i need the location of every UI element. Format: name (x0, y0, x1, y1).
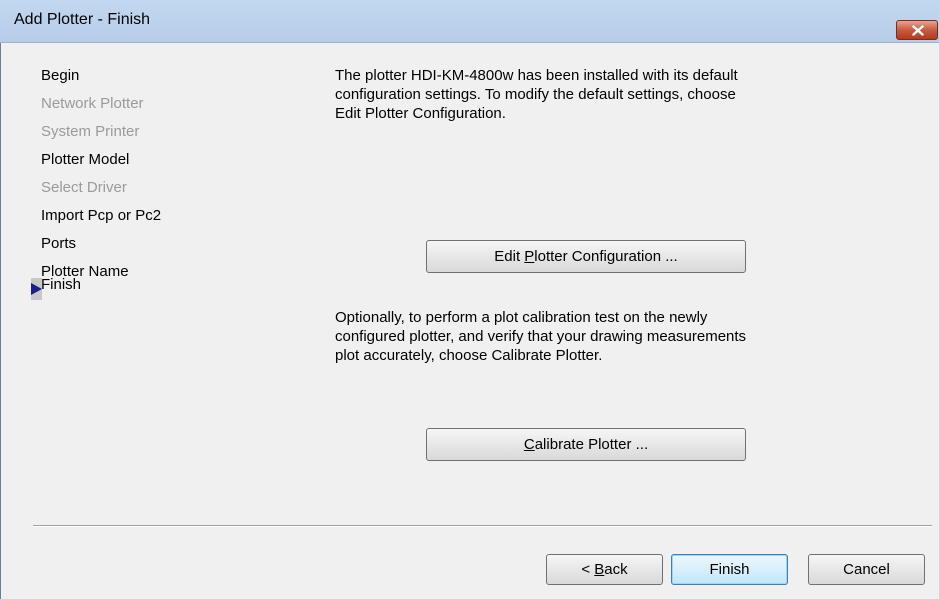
intro-line: configuration settings. To modify the de… (335, 86, 736, 103)
step-ports: Ports (41, 235, 77, 252)
step-finish: Finish (41, 276, 82, 293)
step-plotter-model: Plotter Model (41, 151, 130, 168)
intro-line: The plotter HDI-KM-4800w has been instal… (335, 67, 738, 84)
window-title: Add Plotter - Finish (14, 11, 151, 28)
step-system-printer: System Printer (41, 123, 140, 140)
wizard-steps: Begin Network Plotter System Printer Plo… (41, 66, 161, 290)
calibration-text: Optionally, to perform a plot calibratio… (335, 308, 835, 365)
title-bar: Add Plotter - Finish (0, 0, 939, 43)
step-import-pcp: Import Pcp or Pc2 (41, 207, 162, 224)
footer-divider (33, 525, 932, 527)
calibration-line: Optionally, to perform a plot calibratio… (335, 309, 708, 326)
calibrate-plotter-button[interactable]: Calibrate Plotter ... (426, 428, 746, 461)
dialog-body: Begin Network Plotter System Printer Plo… (0, 43, 939, 599)
edit-plotter-configuration-button[interactable]: Edit Plotter Configuration ... (426, 240, 746, 273)
intro-text: The plotter HDI-KM-4800w has been instal… (335, 66, 835, 123)
close-icon (912, 25, 924, 36)
calibration-line: configured plotter, and verify that your… (335, 328, 747, 345)
finish-button[interactable]: Finish (671, 554, 788, 585)
close-button[interactable] (896, 20, 938, 40)
back-button[interactable]: < Back (546, 554, 663, 585)
step-begin: Begin (41, 67, 80, 84)
intro-line: Edit Plotter Configuration. (335, 105, 506, 122)
cancel-button[interactable]: Cancel (808, 554, 925, 585)
step-select-driver: Select Driver (41, 179, 127, 196)
step-network-plotter: Network Plotter (41, 95, 144, 112)
calibration-line: plot accurately, choose Calibrate Plotte… (335, 347, 603, 364)
